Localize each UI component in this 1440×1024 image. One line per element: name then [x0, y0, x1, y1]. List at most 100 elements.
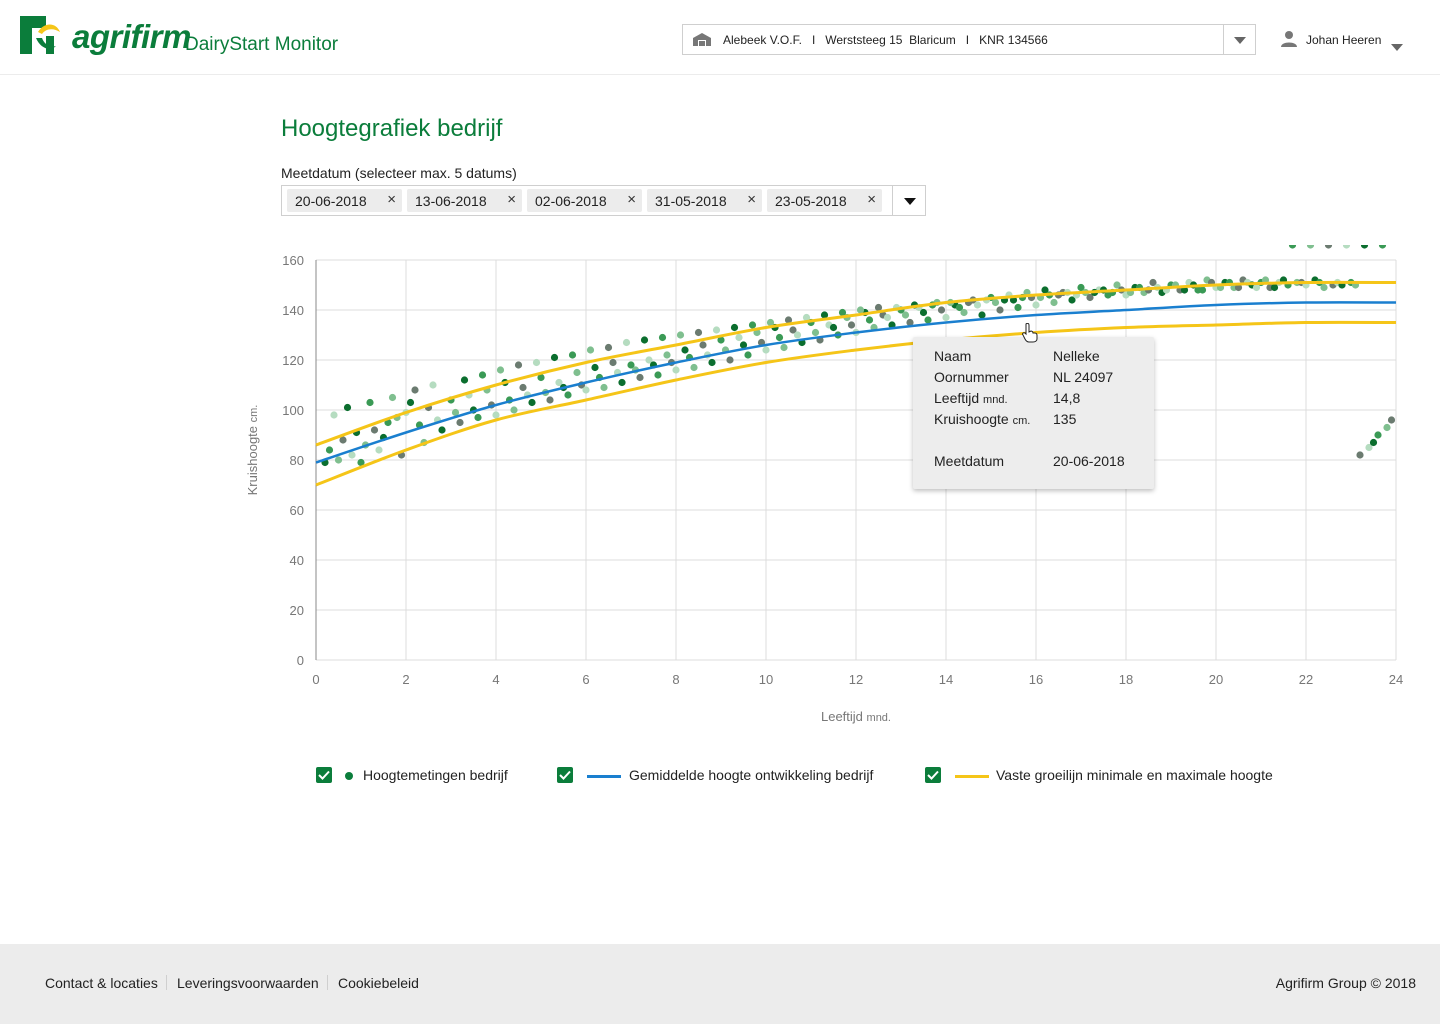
- app-title: DairyStart Monitor: [185, 34, 339, 55]
- y-axis-label: Kruishoogte: [245, 422, 260, 495]
- date-dropdown-toggle[interactable]: [892, 186, 925, 215]
- remove-date-icon[interactable]: ×: [747, 191, 756, 209]
- data-point: [474, 413, 482, 422]
- barn-icon: [692, 32, 712, 52]
- date-chip-label: 13-06-2018: [415, 193, 487, 209]
- data-point: [406, 398, 415, 407]
- data-point: [334, 456, 343, 464]
- legend-item-band-lines[interactable]: Vaste groeilijn minimale en maximale hoo…: [925, 765, 1305, 787]
- tooltip-value: Nelleke: [1053, 348, 1100, 364]
- data-point: [865, 316, 874, 324]
- data-point: [330, 411, 338, 419]
- legend-item-mean-line[interactable]: Gemiddelde hoogte ontwikkeling bedrijf: [557, 765, 897, 787]
- date-field-label: Meetdatum (selecteer max. 5 datums): [281, 165, 517, 181]
- tooltip-label: Kruishoogte cm.: [934, 411, 1031, 427]
- x-tick-label: 14: [939, 672, 953, 687]
- data-point: [1288, 245, 1297, 249]
- data-point: [609, 358, 617, 367]
- footer-link-terms[interactable]: Leveringsvoorwaarden: [177, 975, 319, 991]
- data-point: [1342, 245, 1351, 249]
- data-point: [573, 368, 581, 377]
- data-point: [622, 338, 631, 347]
- y-tick-label: 160: [282, 253, 304, 268]
- data-point: [582, 386, 590, 394]
- blue-line-marker-icon: [587, 775, 621, 778]
- data-point: [937, 306, 946, 314]
- data-point: [942, 313, 950, 322]
- x-tick-label: 20: [1209, 672, 1223, 687]
- tooltip-label: Leeftijd mnd.: [934, 390, 1008, 406]
- data-point: [1198, 286, 1207, 294]
- data-point: [325, 446, 334, 454]
- footer-link-contact[interactable]: Contact & locaties: [45, 975, 158, 991]
- legend-label: Hoogtemetingen bedrijf: [363, 767, 508, 783]
- y-tick-label: 80: [290, 453, 304, 468]
- x-tick-label: 22: [1299, 672, 1313, 687]
- data-point: [550, 353, 559, 362]
- farm-selector[interactable]: Alebeek V.O.F. I Werststeeg 15 Blaricum …: [682, 24, 1256, 55]
- data-point: [591, 363, 599, 372]
- data-point: [676, 331, 685, 339]
- y-tick-label: 100: [282, 403, 304, 418]
- tooltip-value: NL 24097: [1053, 369, 1114, 385]
- data-point: [883, 313, 892, 322]
- farm-selector-toggle[interactable]: [1223, 25, 1255, 54]
- data-point: [654, 371, 662, 379]
- data-point: [514, 361, 523, 369]
- data-point: [519, 383, 527, 392]
- data-point: [438, 426, 446, 434]
- data-point: [1378, 245, 1387, 249]
- x-tick-label: 2: [402, 672, 409, 687]
- date-chip: 23-05-2018 ×: [767, 189, 882, 212]
- checkbox-checked[interactable]: [557, 767, 573, 783]
- x-tick-label: 12: [849, 672, 863, 687]
- agrifirm-logo[interactable]: agrifirm: [16, 14, 191, 64]
- legend-item-measurements[interactable]: Hoogtemetingen bedrijf: [316, 765, 536, 787]
- data-point: [1014, 303, 1022, 312]
- tooltip-value: 14,8: [1053, 390, 1081, 406]
- data-point: [708, 358, 716, 367]
- data-point: [532, 358, 541, 367]
- data-point: [780, 343, 788, 352]
- data-point: [429, 381, 437, 389]
- page-title: Hoogtegrafiek bedrijf: [281, 115, 503, 142]
- data-point: [996, 306, 1004, 314]
- y-axis-title: Kruishoogte cm.: [245, 405, 260, 496]
- data-point: [604, 343, 613, 352]
- legend-label: Gemiddelde hoogte ontwikkeling bedrijf: [629, 767, 874, 783]
- x-tick-label: 8: [672, 672, 679, 687]
- data-point: [1306, 245, 1315, 249]
- y-axis-unit: cm.: [248, 405, 260, 423]
- data-point: [978, 311, 986, 319]
- data-point: [546, 396, 554, 404]
- data-point: [1270, 283, 1279, 292]
- data-point: [510, 406, 518, 414]
- remove-date-icon[interactable]: ×: [867, 191, 876, 209]
- legend-label: Vaste groeilijn minimale en maximale hoo…: [996, 767, 1273, 783]
- remove-date-icon[interactable]: ×: [627, 191, 636, 209]
- checkbox-checked[interactable]: [316, 767, 332, 783]
- hand-cursor-icon: [1022, 323, 1038, 343]
- chart-tooltip: Naam Nelleke Oornummer NL 24097 Leeftijd…: [913, 337, 1154, 489]
- data-point: [748, 321, 757, 329]
- scatter-points: [321, 245, 1396, 467]
- footer-divider: [327, 975, 328, 990]
- height-chart[interactable]: 0204060801001201401600 2 4 6 8 10 12 14 16 18 20 22…: [240, 245, 1420, 735]
- checkmark-icon: [318, 770, 330, 780]
- data-point: [1324, 245, 1333, 249]
- x-tick-label: 18: [1119, 672, 1133, 687]
- checkbox-checked[interactable]: [925, 767, 941, 783]
- data-point: [1050, 298, 1058, 307]
- x-tick-label: 0: [312, 672, 319, 687]
- remove-date-icon[interactable]: ×: [387, 191, 396, 209]
- y-tick-label: 120: [282, 353, 304, 368]
- date-multiselect[interactable]: 20-06-2018 × 13-06-2018 × 02-06-2018 × 3…: [281, 185, 926, 216]
- data-point: [370, 426, 379, 434]
- footer-link-cookies[interactable]: Cookiebeleid: [338, 975, 419, 991]
- y-tick-label: 40: [290, 553, 304, 568]
- data-point: [730, 323, 739, 332]
- remove-date-icon[interactable]: ×: [507, 191, 516, 209]
- app-header: agrifirm DairyStart Monitor Alebeek V.O.…: [0, 0, 1440, 75]
- date-chip: 02-06-2018 ×: [527, 189, 642, 212]
- data-point: [901, 311, 910, 319]
